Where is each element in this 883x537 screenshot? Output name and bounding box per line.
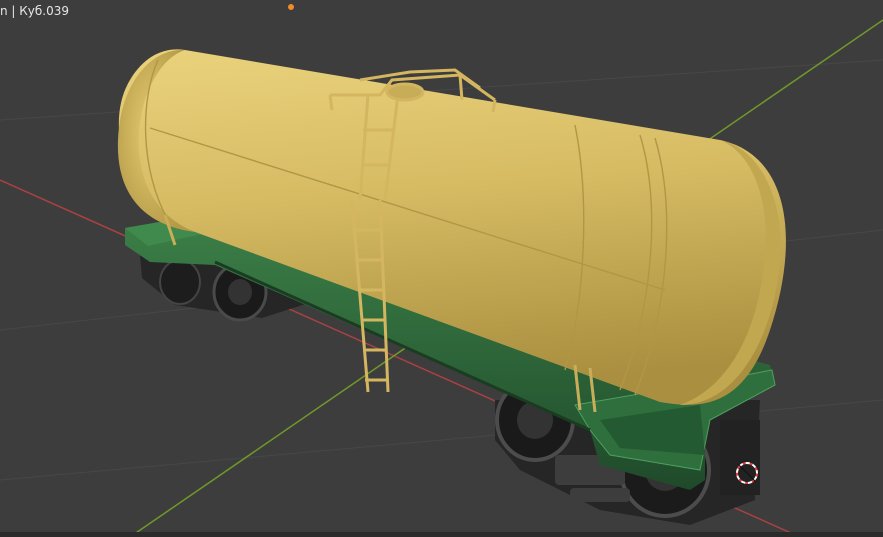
viewport-bottom-strip (0, 532, 883, 537)
3d-viewport[interactable]: n | Куб.039 (0, 0, 883, 537)
origin-point[interactable] (288, 4, 294, 10)
object-info-label: n | Куб.039 (0, 4, 70, 18)
viewport-scene[interactable] (0, 0, 883, 537)
